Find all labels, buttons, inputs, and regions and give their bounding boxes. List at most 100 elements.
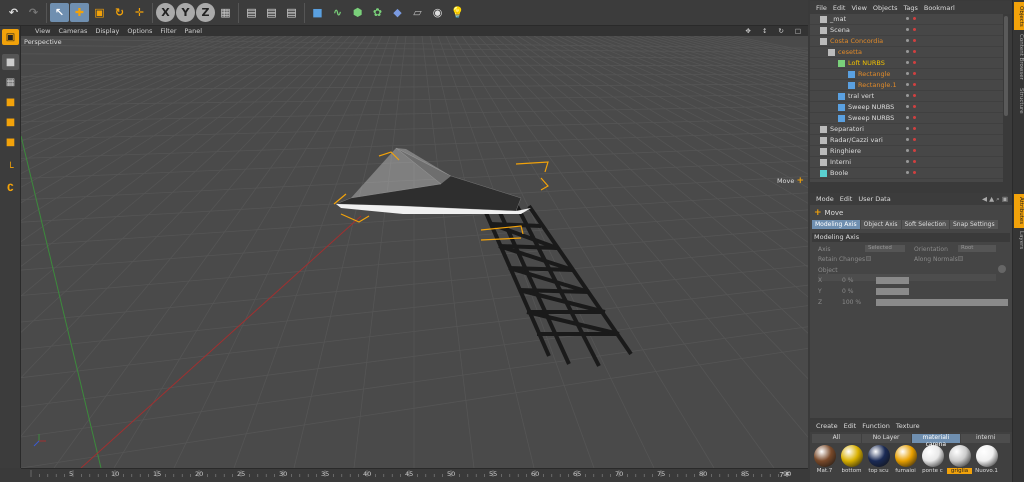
object-row[interactable]: Radar/Cazzi vari [810, 135, 1003, 146]
redo-icon[interactable]: ↷ [24, 3, 43, 22]
render-dot[interactable] [913, 39, 916, 42]
tab-layers[interactable]: Layers [1014, 230, 1024, 250]
live-selection-icon[interactable]: ✛ [130, 3, 149, 22]
tab-attributes[interactable]: Attributes [1014, 194, 1024, 228]
menu-panel[interactable]: Panel [185, 27, 203, 35]
object-row[interactable]: Costa Concordia [810, 36, 1003, 47]
om-menu-view[interactable]: View [851, 4, 866, 12]
object-name[interactable]: cesetta [838, 48, 862, 56]
mat-menu-texture[interactable]: Texture [896, 422, 920, 430]
snap-icon[interactable]: ∁ [2, 180, 19, 196]
object-name[interactable]: Loft NURBS [848, 59, 885, 67]
render-dot[interactable] [913, 17, 916, 20]
object-name[interactable]: Sweep NURBS [848, 103, 894, 111]
material-layer-tab[interactable]: All [812, 434, 861, 443]
coordinate-system-icon[interactable]: ▦ [216, 3, 235, 22]
z-value[interactable]: 100 % [842, 299, 861, 306]
tab-object-axis[interactable]: Object Axis [860, 220, 901, 229]
visibility-dot[interactable] [906, 149, 909, 152]
rotate-tool-icon[interactable]: ↻ [110, 3, 129, 22]
object-manager-scrollbar[interactable] [1003, 14, 1009, 182]
material-swatch[interactable]: Nuovo.1 [974, 445, 999, 480]
object-row[interactable]: _mat [810, 14, 1003, 25]
maximize-view-icon[interactable]: □ [795, 27, 801, 35]
object-row[interactable]: Rectangle.1 [810, 80, 1003, 91]
axis-mode-icon[interactable]: └ [2, 160, 19, 176]
render-dot[interactable] [913, 50, 916, 53]
orbit-icon[interactable]: ↻ [778, 27, 783, 35]
timeline-ruler[interactable]: 5 10 15 20 25 30 35 40 45 50 55 60 65 70 75 80 85 90 7 F [21, 468, 808, 482]
object-row[interactable]: Ringhiere [810, 146, 1003, 157]
object-name[interactable]: Scena [830, 26, 850, 34]
render-picture-viewer-icon[interactable]: ▤ [262, 3, 281, 22]
mat-menu-edit[interactable]: Edit [844, 422, 857, 430]
render-settings-icon[interactable]: ▤ [282, 3, 301, 22]
object-row[interactable]: Interni [810, 157, 1003, 168]
menu-view[interactable]: View [35, 27, 50, 35]
y-slider[interactable] [876, 288, 909, 295]
material-swatch[interactable]: bottom [839, 445, 864, 480]
object-row[interactable]: Separatori [810, 124, 1003, 135]
visibility-dot[interactable] [906, 116, 909, 119]
texture-mode-icon[interactable]: ▦ [2, 74, 19, 90]
edges-mode-icon[interactable]: ■ [2, 114, 19, 130]
render-dot[interactable] [913, 105, 916, 108]
render-dot[interactable] [913, 94, 916, 97]
om-menu-objects[interactable]: Objects [873, 4, 898, 12]
z-slider[interactable] [876, 299, 1008, 306]
axis-y-button[interactable]: Y [176, 3, 195, 22]
visibility-dot[interactable] [906, 138, 909, 141]
deformer-icon[interactable]: ◆ [388, 3, 407, 22]
menu-options[interactable]: Options [127, 27, 152, 35]
render-dot[interactable] [913, 116, 916, 119]
material-swatch[interactable]: fumaioi [893, 445, 918, 480]
move-tool-icon[interactable]: ✚ [70, 3, 89, 22]
object-row[interactable]: Sweep NURBS [810, 113, 1003, 124]
pan-icon[interactable]: ✥ [745, 27, 750, 35]
scale-tool-icon[interactable]: ▣ [90, 3, 109, 22]
material-layer-tab[interactable]: No Layer [861, 434, 911, 443]
mat-menu-create[interactable]: Create [816, 422, 838, 430]
cube-object-icon[interactable]: ■ [308, 3, 327, 22]
object-name[interactable]: _mat [830, 15, 846, 23]
render-dot[interactable] [913, 28, 916, 31]
object-row[interactable]: cesetta [810, 47, 1003, 58]
render-dot[interactable] [913, 61, 916, 64]
select-arrow-icon[interactable]: ↖ [50, 3, 69, 22]
object-name[interactable]: Rectangle.1 [858, 81, 897, 89]
visibility-dot[interactable] [906, 105, 909, 108]
along-normals-checkbox[interactable] [958, 256, 963, 261]
object-row[interactable]: Scena [810, 25, 1003, 36]
polygons-mode-icon[interactable]: ■ [2, 134, 19, 150]
axis-select[interactable]: Selected [865, 245, 905, 252]
object-name[interactable]: Rectangle [858, 70, 890, 78]
orientation-select[interactable]: Root [958, 245, 996, 252]
material-layer-tab[interactable]: materiali carena [911, 434, 961, 448]
object-name[interactable]: Radar/Cazzi vari [830, 136, 883, 144]
object-row[interactable]: Loft NURBS [810, 58, 1003, 69]
render-dot[interactable] [913, 72, 916, 75]
light-object-icon[interactable]: 💡 [448, 3, 467, 22]
object-name[interactable]: Ringhiere [830, 147, 861, 155]
render-dot[interactable] [913, 138, 916, 141]
render-dot[interactable] [913, 83, 916, 86]
visibility-dot[interactable] [906, 127, 909, 130]
object-name[interactable]: tral vert [848, 92, 874, 100]
nurbs-generator-icon[interactable]: ⬢ [348, 3, 367, 22]
menu-display[interactable]: Display [95, 27, 119, 35]
object-name[interactable]: Interni [830, 158, 851, 166]
points-mode-icon[interactable]: ■ [2, 94, 19, 110]
attr-nav-icons[interactable]: ◀ ▲ ⌕ ▣ [982, 195, 1008, 204]
visibility-dot[interactable] [906, 39, 909, 42]
tab-modeling-axis[interactable]: Modeling Axis [812, 220, 860, 229]
render-view-icon[interactable]: ▤ [242, 3, 261, 22]
visibility-dot[interactable] [906, 160, 909, 163]
visibility-dot[interactable] [906, 50, 909, 53]
spline-pen-icon[interactable]: ∿ [328, 3, 347, 22]
om-menu-file[interactable]: File [816, 4, 827, 12]
visibility-dot[interactable] [906, 72, 909, 75]
render-dot[interactable] [913, 171, 916, 174]
retain-changes-checkbox[interactable] [866, 256, 871, 261]
object-row[interactable]: tral vert [810, 91, 1003, 102]
om-menu-tags[interactable]: Tags [903, 4, 917, 12]
